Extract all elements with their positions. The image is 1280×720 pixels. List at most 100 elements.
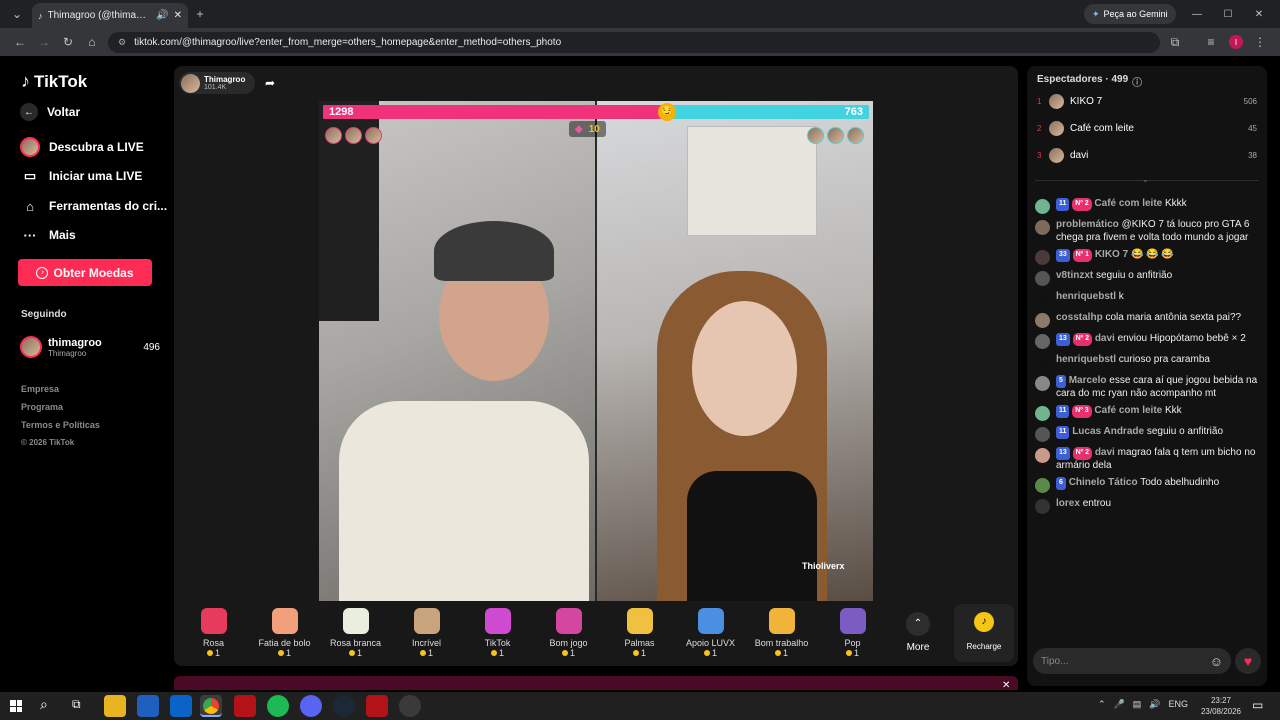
gift-item[interactable]: Rosa branca 1	[320, 604, 391, 664]
task-view-icon[interactable]: ⧉	[72, 697, 81, 712]
minimize-icon[interactable]: —	[1188, 5, 1206, 23]
network-icon[interactable]: ▤	[1133, 699, 1142, 710]
supporter-avatar[interactable]	[325, 127, 342, 144]
browser-tab[interactable]: ♪ Thimagroo (@thimagroo) o 🔊 ✕	[32, 3, 188, 28]
footer-terms-link[interactable]: Termos e Políticas	[21, 416, 100, 434]
banner-close-icon[interactable]: ✕	[1002, 680, 1010, 691]
media-controls-icon[interactable]: ≡	[1202, 33, 1220, 51]
chat-username[interactable]: Marcelo	[1069, 375, 1107, 386]
back-nav-item[interactable]: ← Voltar	[0, 99, 80, 125]
chat-input[interactable]: Tipo... ☺	[1033, 648, 1231, 674]
discover-live-item[interactable]: Descubra a LIVE	[0, 134, 144, 160]
supporter-avatar[interactable]	[345, 127, 362, 144]
chat-username[interactable]: henriquebstl	[1056, 354, 1116, 365]
live-video[interactable]: Thioliverx 1298 763 😏 ◆ 10	[319, 101, 873, 601]
supporter-avatar[interactable]	[365, 127, 382, 144]
viewer-row[interactable]: 1 KIKO 7 506	[1027, 88, 1267, 115]
profile-avatar[interactable]: I	[1229, 35, 1243, 49]
creator-tools-item[interactable]: ⌂ Ferramentas do cri...	[0, 193, 167, 219]
chat-username[interactable]: v8tinzxt	[1056, 270, 1093, 281]
start-live-item[interactable]: ▭ Iniciar uma LIVE	[0, 163, 143, 189]
microphone-icon[interactable]: 🎤	[1114, 699, 1125, 710]
chat-message[interactable]: lorex entrou	[1027, 498, 1267, 514]
gift-more-button[interactable]: More	[896, 642, 940, 653]
chat-message[interactable]: 5 Marcelo esse cara aí que jogou bebida …	[1027, 375, 1267, 400]
tray-chevron-icon[interactable]: ⌃	[1098, 699, 1106, 710]
chat-username[interactable]: KIKO 7	[1095, 249, 1128, 260]
chat-username[interactable]: davi	[1095, 333, 1115, 344]
address-bar[interactable]: ⚙ tiktok.com/@thimagroo/live?enter_from_…	[108, 32, 1160, 53]
tray-lang[interactable]: ENG	[1169, 699, 1189, 710]
footer-program-link[interactable]: Programa	[21, 398, 100, 416]
chat-username[interactable]: henriquebstl	[1056, 291, 1116, 302]
like-heart-icon[interactable]: ♥	[1235, 648, 1261, 674]
spotify-icon[interactable]	[267, 695, 289, 717]
chat-message[interactable]: 33 Nº 1 KIKO 7 😂 😂 😂	[1027, 249, 1267, 265]
clock[interactable]: 23:27 23/08/2026	[1196, 695, 1246, 717]
volume-icon[interactable]: 🔊	[1149, 699, 1160, 710]
chrome-icon[interactable]	[200, 695, 222, 717]
tab-close-icon[interactable]: ✕	[174, 10, 182, 21]
chat-username[interactable]: Café com leite	[1094, 198, 1162, 209]
host-info[interactable]: Thimagroo 101.4K	[179, 72, 255, 94]
gemini-button[interactable]: ✦ Peça ao Gemini	[1084, 4, 1176, 24]
obs-icon[interactable]	[399, 695, 421, 717]
following-account[interactable]: thimagroo Thimagroo 496	[20, 334, 160, 360]
outlook-icon[interactable]	[170, 695, 192, 717]
share-icon[interactable]: ➦	[265, 76, 275, 90]
new-tab-icon[interactable]: +	[191, 5, 209, 23]
chevron-up-icon[interactable]: ⌃	[906, 612, 930, 636]
emoji-icon[interactable]: ☺	[1210, 654, 1223, 669]
expand-chevron-icon[interactable]: ⌄	[1142, 175, 1149, 184]
extensions-icon[interactable]: ⧉	[1166, 33, 1184, 51]
more-item[interactable]: ··· Mais	[0, 222, 76, 248]
gift-item[interactable]: Rosa 1	[178, 604, 249, 664]
supporter-avatar[interactable]	[847, 127, 864, 144]
footer-company-link[interactable]: Empresa	[21, 380, 100, 398]
search-icon[interactable]: ⌕	[40, 696, 48, 713]
chat-username[interactable]: lorex	[1056, 498, 1080, 509]
supporter-avatar[interactable]	[827, 127, 844, 144]
info-icon[interactable]: ⓘ	[1132, 74, 1142, 89]
maximize-icon[interactable]: ☐	[1219, 5, 1237, 23]
chat-username[interactable]: Lucas Andrade	[1072, 426, 1144, 437]
chat-username[interactable]: problemático	[1056, 219, 1119, 230]
chat-username[interactable]: davi	[1095, 447, 1115, 458]
get-coins-button[interactable]: ♪ Obter Moedas	[18, 259, 152, 286]
window-close-icon[interactable]: ✕	[1250, 5, 1268, 23]
app-red-icon-2[interactable]	[366, 695, 388, 717]
windows-start-icon[interactable]	[10, 700, 22, 712]
gift-item[interactable]: Incrível 1	[391, 604, 462, 664]
chat-message[interactable]: 13 Nº 2 davi enviou Hipopótamo bebê × 2	[1027, 333, 1267, 349]
chat-username[interactable]: Chinelo Tático	[1069, 477, 1138, 488]
forward-arrow-icon[interactable]: →	[35, 33, 53, 51]
tab-list-chevron-icon[interactable]: ⌄	[8, 5, 26, 23]
app-red-icon[interactable]	[234, 695, 256, 717]
gift-item[interactable]: Pop 1	[817, 604, 888, 664]
chat-message[interactable]: cosstalhp cola maria antônia sexta pai??	[1027, 312, 1267, 328]
chat-username[interactable]: cosstalhp	[1056, 312, 1103, 323]
chat-message[interactable]: henriquebstl curioso pra caramba	[1027, 354, 1267, 370]
chat-message[interactable]: 11 Lucas Andrade seguiu o anfitrião	[1027, 426, 1267, 442]
chat-message[interactable]: v8tinzxt seguiu o anfitrião	[1027, 270, 1267, 286]
gift-item[interactable]: Palmas 1	[604, 604, 675, 664]
file-explorer-icon[interactable]	[104, 695, 126, 717]
chat-message[interactable]: problemático @KIKO 7 tá louco pro GTA 6 …	[1027, 219, 1267, 244]
back-arrow-icon[interactable]: ←	[11, 33, 29, 51]
audio-playing-icon[interactable]: 🔊	[156, 10, 168, 21]
chat-message[interactable]: 11 Nº 2 Café com leite Kkkk	[1027, 198, 1267, 214]
viewer-row[interactable]: 2 Café com leite 45	[1027, 115, 1267, 142]
recharge-button[interactable]: ♪ Recharge	[954, 604, 1014, 662]
chat-message[interactable]: 6 Chinelo Tático Todo abelhudinho	[1027, 477, 1267, 493]
chat-message[interactable]: henriquebstl k	[1027, 291, 1267, 307]
supporter-avatar[interactable]	[807, 127, 824, 144]
reload-icon[interactable]: ↻	[59, 33, 77, 51]
browser-menu-icon[interactable]: ⋮	[1251, 33, 1269, 51]
discord-icon[interactable]	[300, 695, 322, 717]
steam-icon[interactable]	[333, 695, 355, 717]
chat-message[interactable]: 13 Nº 2 davi magrao fala q tem um bicho …	[1027, 447, 1267, 472]
gift-item[interactable]: Bom jogo 1	[533, 604, 604, 664]
gift-item[interactable]: Apoio LUVX 1	[675, 604, 746, 664]
home-icon[interactable]: ⌂	[83, 33, 101, 51]
chat-message[interactable]: 11 Nº 3 Café com leite Kkk	[1027, 405, 1267, 421]
